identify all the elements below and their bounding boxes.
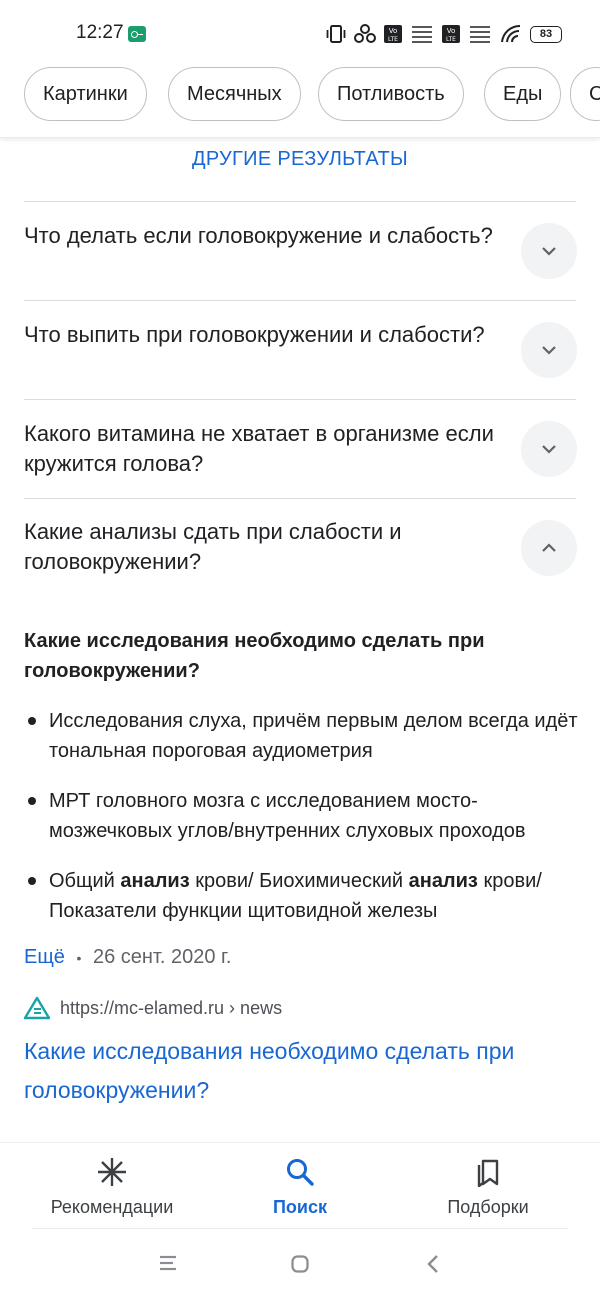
chip-pictures[interactable]: Картинки — [24, 67, 147, 121]
bullet-dot — [28, 877, 36, 885]
nav-recommendations[interactable]: Рекомендации — [12, 1143, 212, 1231]
status-icons: Vo LTE Vo LTE 83 — [326, 22, 562, 46]
result-title-link[interactable]: Какие исследования необходимо сделать пр… — [24, 1032, 576, 1110]
chip-sweating[interactable]: Потливость — [318, 67, 464, 121]
section-heading: ДРУГИЕ РЕЗУЛЬТАТЫ — [192, 148, 408, 170]
svg-text:Vo: Vo — [389, 27, 398, 35]
search-icon — [287, 1159, 314, 1186]
chevron-up-icon — [542, 543, 556, 552]
chevron-down-icon — [542, 346, 556, 355]
meta-row: Ещё • 26 сент. 2020 г. — [24, 946, 231, 969]
hotspot-icon — [354, 24, 376, 43]
filter-chips: Картинки Месячных Потливость Еды С — [0, 66, 600, 138]
nav-search[interactable]: Поиск — [200, 1143, 400, 1231]
volte-icon: Vo LTE — [384, 25, 402, 43]
nav-label: Поиск — [272, 1197, 328, 1217]
divider — [24, 300, 576, 301]
signal-icon — [470, 26, 490, 43]
signal-icon — [412, 26, 432, 43]
site-logo-icon — [24, 996, 50, 1020]
expand-button[interactable] — [521, 421, 577, 477]
bottom-nav: Рекомендации Поиск Подборки — [0, 1142, 600, 1230]
menu-icon[interactable] — [158, 1254, 178, 1272]
divider — [24, 201, 576, 202]
bullet-text: Общий анализ крови/ Биохимический анализ… — [49, 870, 542, 922]
wifi-icon — [501, 24, 521, 43]
status-bar: 12:27 Vo LTE Vo LTE 83 — [0, 0, 600, 68]
divider — [24, 498, 576, 499]
separator-dot: • — [76, 950, 82, 966]
source-row[interactable]: https://mc-elamed.ru › news — [24, 994, 282, 1022]
battery-icon: 83 — [530, 25, 562, 43]
status-time: 12:27 — [76, 22, 124, 43]
bullet-text: Исследования слуха, причём первым делом … — [49, 710, 578, 762]
nav-label: Рекомендации — [50, 1197, 174, 1217]
chip-food[interactable]: Еды — [484, 67, 562, 121]
svg-text:LTE: LTE — [446, 36, 456, 43]
question-text: Что делать если головокружение и слабост… — [24, 223, 493, 248]
nav-collections[interactable]: Подборки — [388, 1143, 588, 1231]
divider — [24, 399, 576, 400]
more-link[interactable]: Ещё — [24, 946, 65, 968]
key-icon — [128, 26, 146, 42]
chip-partial[interactable]: С — [570, 67, 600, 121]
source-url[interactable]: https://mc-elamed.ru › news — [60, 998, 282, 1019]
volte-icon: Vo LTE — [442, 25, 460, 43]
system-nav — [0, 1232, 600, 1299]
bullet-dot — [28, 717, 36, 725]
vibrate-icon — [326, 25, 346, 43]
chip-periods[interactable]: Месячных — [168, 67, 301, 121]
chevron-down-icon — [542, 247, 556, 256]
nav-label: Подборки — [447, 1197, 529, 1217]
svg-text:Vo: Vo — [447, 27, 456, 35]
bullet-text: МРТ головного мозга с исследованием мост… — [49, 790, 526, 842]
expand-button[interactable] — [521, 223, 577, 279]
question-text: Какие анализы сдать при слабости и голов… — [24, 519, 402, 574]
bullet-dot — [28, 797, 36, 805]
svg-text:LTE: LTE — [388, 36, 398, 43]
question-text: Какого витамина не хватает в организме е… — [24, 421, 494, 476]
asterisk-icon — [98, 1158, 126, 1186]
divider — [32, 1228, 568, 1229]
collections-icon — [477, 1159, 499, 1187]
home-icon[interactable] — [290, 1254, 310, 1274]
question-text: Что выпить при головокружении и слабости… — [24, 322, 485, 347]
expand-button[interactable] — [521, 322, 577, 378]
back-icon[interactable] — [424, 1253, 442, 1275]
answer-title: Какие исследования необходимо сделать пр… — [24, 630, 485, 682]
date: 26 сент. 2020 г. — [92, 946, 232, 968]
chevron-down-icon — [542, 445, 556, 454]
collapse-button[interactable] — [521, 520, 577, 576]
